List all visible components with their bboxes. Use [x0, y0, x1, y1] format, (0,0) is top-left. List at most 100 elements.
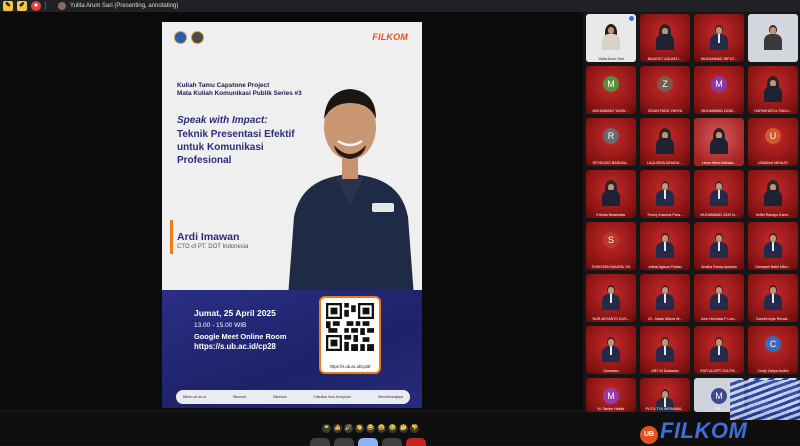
participant-tile[interactable]: NUR ADYANTO KUS... [586, 274, 636, 322]
participant-name: REVELINO BARAKA... [592, 161, 630, 165]
participant-tile[interactable]: John Nicholas F Lum... [694, 274, 744, 322]
participant-tile[interactable]: Danapati Nabil Mibo... [748, 222, 798, 270]
reaction-emoji-button[interactable]: 👍 [333, 424, 342, 433]
participant-tile[interactable]: Arthai Agisna Firdian [640, 222, 690, 270]
participant-initial: M [711, 76, 727, 92]
qr-code: https://s.ub.ac.id/cp28 [319, 296, 381, 374]
participant-tile[interactable]: HAFAKHATUL FADLI... [748, 66, 798, 114]
participant-initial: U [765, 128, 781, 144]
speaker-role: CTO of PT. DOT Indonesia [177, 244, 249, 250]
participant-tile[interactable]: RAFI ALUFFI ZULFIK... [694, 326, 744, 374]
ub-badge: UB [640, 426, 658, 444]
participant-face [662, 183, 668, 190]
participant-collar [718, 242, 720, 251]
participant-face [608, 27, 614, 34]
participant-tile[interactable]: Thoriq Kusuma Para... [640, 170, 690, 218]
reaction-emoji-button[interactable]: 😢 [388, 424, 397, 433]
footer-youtube: filkombrawijaya [378, 395, 403, 399]
participant-name: MUHAMMAD YASIN ... [592, 109, 630, 113]
participant-face [770, 27, 776, 34]
participant-name: HAFAKHATUL FADLI... [754, 109, 792, 113]
participant-name: PUTU TYA WIRNAWA... [645, 407, 685, 411]
participant-name: LAQUISHA DINARA ... [646, 161, 684, 165]
participant-name: Erlinda Nutarbatar [596, 213, 626, 217]
participant-name: ARY AI Dzakwan [651, 369, 679, 373]
participant-face [716, 27, 722, 34]
participant-tile[interactable] [748, 14, 798, 62]
participant-tile[interactable]: Gandhi Arjar Rerasi... [748, 274, 798, 322]
participant-tile[interactable]: R REVELINO BARAKA... [586, 118, 636, 166]
participant-tile[interactable]: MUHAMMAD RIF'AT... [694, 14, 744, 62]
participant-tile[interactable]: S SYAKHISH NAUFAL SH [586, 222, 636, 270]
reaction-emoji-button[interactable]: 🎉 [344, 424, 353, 433]
participant-initial: S [603, 232, 619, 248]
participant-name: USAMAH MIHAJO [758, 161, 788, 165]
participant-name: SYAKHISH NAUFAL SH [591, 265, 631, 269]
participant-collar [664, 242, 666, 251]
reaction-emoji-button[interactable]: 👏 [355, 424, 364, 433]
highlighter-tool-icon[interactable]: ✐ [17, 1, 27, 11]
participant-name: MUHAMMAD ZAKI N... [700, 213, 738, 217]
participant-collar [718, 346, 720, 355]
reaction-emoji-button[interactable]: 🤔 [399, 424, 408, 433]
participant-initial: M [603, 76, 619, 92]
participant-tile[interactable]: PUTU TYA WIRNAWA... [640, 378, 690, 412]
participant-tile[interactable]: BANGKIT AGUNG I... [640, 14, 690, 62]
participant-name: Arthai Agisna Firdian [648, 265, 682, 269]
footer-x: filkomub [273, 395, 287, 399]
participant-tile[interactable]: Z ZIDAN FADIL YAHYA [640, 66, 690, 114]
footer-facebook: Fakultas Ilmu Komputer [313, 395, 352, 399]
stop-annotation-icon[interactable]: ● [31, 1, 41, 11]
reaction-emoji-button[interactable]: 😂 [366, 424, 375, 433]
participant-tile[interactable]: Yulita Arum Sari [586, 14, 636, 62]
participant-body [602, 190, 620, 206]
participant-tile[interactable]: Erlinda Nutarbatar [586, 170, 636, 218]
university-logos [174, 31, 204, 44]
participant-name: Linda Iffana Mahala... [701, 161, 737, 165]
participant-tile[interactable]: C Cindy Zahya Andini [748, 326, 798, 374]
participant-face [716, 339, 722, 346]
participant-name: John Nicholas F Lum... [700, 317, 738, 321]
participant-collar [610, 294, 612, 303]
participant-face [770, 287, 776, 294]
presenter-avatar [58, 2, 66, 10]
participant-name: ZIDAN FADIL YAHYA [647, 109, 683, 113]
participant-tile[interactable]: Seftel Rahayu Kami... [748, 170, 798, 218]
participant-tile[interactable]: U USAMAH MIHAJO [748, 118, 798, 166]
participant-face [608, 287, 614, 294]
participant-face [662, 391, 668, 398]
participant-name: Andika Rama Aprianto [701, 265, 737, 269]
participant-face [716, 287, 722, 294]
participant-name: RAFI ALUFFI ZULFIK... [700, 369, 738, 373]
participant-name: Yulita Arum Sari [598, 57, 624, 61]
participant-tile[interactable]: Linda Iffana Mahala... [694, 118, 744, 166]
participant-collar [664, 398, 666, 407]
participant-tile[interactable]: M M. Tamim Habibi [586, 378, 636, 412]
footer-website: filkom.ub.ac.id [183, 395, 206, 399]
participant-tile[interactable]: 23 - Made Mitora W... [640, 274, 690, 322]
participant-body [656, 138, 674, 154]
participant-face [608, 339, 614, 346]
participant-tile[interactable]: M MUHAMMAD DZAK... [694, 66, 744, 114]
reaction-emoji-button[interactable]: ❤ [322, 424, 331, 433]
participant-face [662, 287, 668, 294]
participant-tile[interactable]: ARY AI Dzakwan [640, 326, 690, 374]
speaker-photo [288, 89, 414, 297]
headline: Speak with Impact: [177, 115, 268, 126]
participant-collar [718, 190, 720, 199]
top-bar: ✎ ✐ ● Yulita Arum Sari (Presenting, anno… [0, 0, 800, 12]
participant-tile[interactable]: MUHAMMAD ZAKI N... [694, 170, 744, 218]
poster-footer: filkom.ub.ac.id filkomub filkomub Fakult… [176, 390, 410, 404]
reaction-emoji-button[interactable]: 👎 [410, 424, 419, 433]
participant-collar [718, 34, 720, 43]
participant-tile[interactable]: LAQUISHA DINARA ... [640, 118, 690, 166]
participant-tile[interactable]: M MUHAMMAD YASIN ... [586, 66, 636, 114]
reaction-emoji-button[interactable]: 😮 [377, 424, 386, 433]
participant-tile[interactable]: Andika Rama Aprianto [694, 222, 744, 270]
pen-tool-icon[interactable]: ✎ [3, 1, 13, 11]
ub-logo-icon [174, 31, 187, 44]
event-date: Jumat, 25 April 2025 [194, 308, 276, 318]
participant-tile[interactable]: Gunawan [586, 326, 636, 374]
participant-collar [664, 190, 666, 199]
participant-face [716, 235, 722, 242]
